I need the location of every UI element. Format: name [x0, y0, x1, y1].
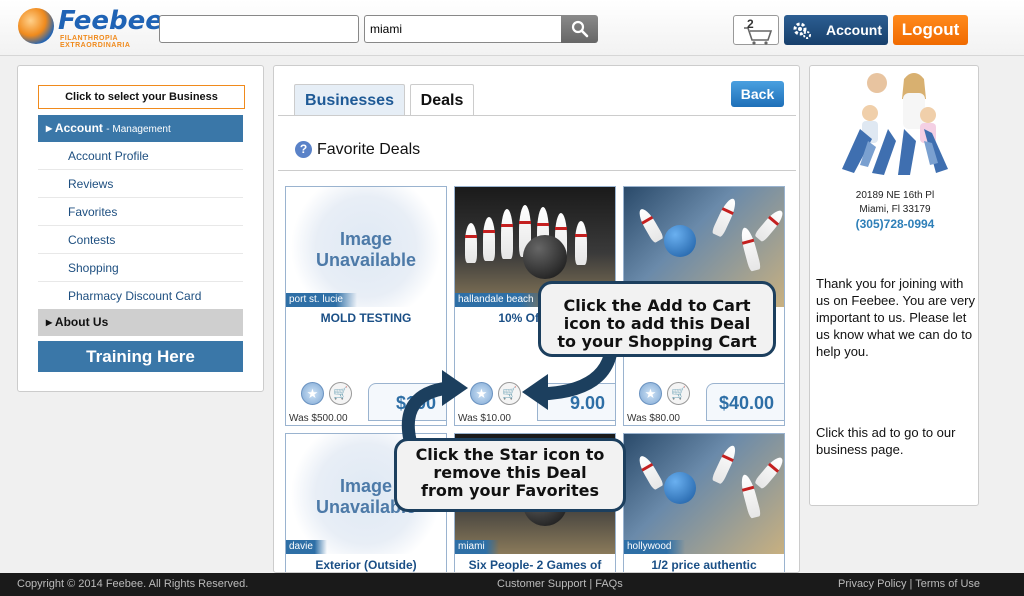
footer: Copyright © 2014 Feebee. All Rights Rese… — [0, 573, 1024, 596]
deal-card[interactable]: Image Unavailable port st. lucie MOLD TE… — [285, 186, 447, 426]
back-button[interactable]: Back — [731, 81, 784, 107]
sidebar-item-contests[interactable]: Contests — [38, 226, 243, 254]
legal-links[interactable]: Privacy Policy | Terms of Use — [838, 573, 980, 596]
support-links[interactable]: Customer Support | FAQs — [497, 573, 623, 596]
tab-businesses[interactable]: Businesses — [294, 84, 405, 115]
globe-icon — [18, 8, 54, 44]
deal-title[interactable]: Six People- 2 Games of — [455, 558, 615, 572]
deal-location: miami — [455, 540, 499, 554]
deal-location: port st. lucie — [286, 293, 357, 307]
account-section-title: Account — [54, 121, 103, 135]
search-button[interactable] — [561, 15, 598, 43]
callout-line: Click the Star icon to — [415, 445, 605, 464]
deal-title[interactable]: MOLD TESTING — [286, 311, 446, 325]
deal-location: hallandale beach — [455, 293, 548, 307]
location-input[interactable] — [364, 15, 562, 43]
add-to-cart-icon[interactable]: 🛒 — [667, 382, 690, 405]
add-to-cart-icon[interactable]: 🛒 — [329, 382, 352, 405]
feebee-logo[interactable]: Feebee FILANTHROPIA EXTRAORDINARIA — [18, 6, 163, 49]
business-address-line-2: Miami, Fl 33179 — [859, 204, 931, 215]
about-section-title: About Us — [54, 315, 109, 329]
deal-image-unavailable: Image Unavailable — [286, 187, 446, 307]
deal-card[interactable]: hollywood 1/2 price authentic — [623, 433, 785, 572]
account-label: Account — [826, 22, 882, 38]
logo-name: Feebee — [58, 6, 163, 36]
star-icon[interactable]: ★ — [301, 382, 324, 405]
deal-title[interactable]: 1/2 price authentic — [624, 558, 784, 572]
star-instruction-callout: Click the Star icon to remove this Deal … — [394, 438, 626, 512]
image-unavailable-text: Unavailable — [315, 250, 417, 270]
sidebar-item-favorites[interactable]: Favorites — [38, 198, 243, 226]
page-title: Favorite Deals — [317, 141, 421, 158]
section-divider — [278, 170, 796, 171]
star-icon[interactable]: ★ — [639, 382, 662, 405]
expand-arrow-icon: ▸ — [46, 315, 53, 329]
callout-line: from your Favorites — [421, 481, 599, 500]
header: Feebee FILANTHROPIA EXTRAORDINARIA 2 Acc… — [0, 0, 1024, 56]
tab-deals[interactable]: Deals — [410, 84, 474, 115]
callout-line: remove this Deal — [433, 463, 587, 482]
copyright-text: Copyright © 2014 Feebee. All Rights Rese… — [17, 578, 249, 590]
deal-price: 9.00 — [537, 383, 615, 421]
tab-divider — [278, 115, 796, 116]
star-icon[interactable]: ★ — [470, 382, 493, 405]
ad-link-text[interactable]: Click this ad to go to our business page… — [816, 424, 976, 458]
sidebar-item-reviews[interactable]: Reviews — [38, 170, 243, 198]
logout-button[interactable]: Logout — [893, 15, 968, 45]
image-unavailable-text: Image — [339, 229, 393, 249]
callout-line: to your Shopping Cart — [557, 332, 757, 351]
business-address-line-1: 20189 NE 16th Pl — [855, 190, 935, 201]
business-ad-panel[interactable]: 20189 NE 16th Pl Miami, Fl 33179 (305)72… — [809, 65, 979, 506]
cart-instruction-callout: Click the Add to Cart icon to add this D… — [538, 281, 776, 357]
deal-price: $100 — [368, 383, 446, 421]
callout-line: Click the Add to Cart — [563, 296, 751, 315]
about-us-header[interactable]: ▸ About Us — [38, 309, 243, 336]
help-icon[interactable]: ? — [295, 141, 312, 158]
logo-tagline-2: EXTRAORDINARIA — [60, 42, 131, 49]
sidebar-item-account-profile[interactable]: Account Profile — [38, 142, 243, 170]
business-phone[interactable]: (305)728-0994 — [810, 217, 980, 231]
callout-line: icon to add this Deal — [563, 314, 751, 333]
account-section-subtitle: - Management — [106, 124, 171, 135]
deal-location: hollywood — [624, 540, 686, 554]
thank-you-message: Thank you for joining with us on Feebee.… — [816, 276, 976, 359]
sidebar-item-shopping[interactable]: Shopping — [38, 254, 243, 282]
deal-was-price: Was $500.00 — [289, 413, 348, 424]
deal-title[interactable]: Exterior (Outside) — [286, 558, 446, 572]
account-management-header[interactable]: ▸ Account - Management — [38, 115, 243, 142]
gear-icon — [793, 22, 811, 39]
deal-price: $40.00 — [706, 383, 784, 421]
select-business-button[interactable]: Click to select your Business — [38, 85, 245, 109]
deal-location: davie — [286, 540, 327, 554]
deal-was-price: Was $80.00 — [627, 413, 680, 424]
sidebar: Click to select your Business ▸ Account … — [17, 65, 264, 392]
expand-arrow-icon: ▸ — [46, 121, 53, 135]
family-photo — [842, 73, 948, 175]
cart-button[interactable] — [733, 15, 779, 45]
add-to-cart-icon[interactable]: 🛒 — [498, 382, 521, 405]
deal-was-price: Was $10.00 — [458, 413, 511, 424]
cart-count-badge: 2 — [747, 17, 754, 31]
sidebar-item-pharmacy-discount-card[interactable]: Pharmacy Discount Card — [38, 282, 243, 310]
search-icon — [571, 20, 588, 38]
logo-tagline-1: FILANTHROPIA — [60, 35, 119, 42]
account-button[interactable]: Account — [784, 15, 888, 45]
training-button[interactable]: Training Here — [38, 341, 243, 372]
search-input[interactable] — [159, 15, 359, 43]
deal-image-bowling-strike — [624, 434, 784, 554]
shopping-cart-icon — [744, 27, 773, 45]
